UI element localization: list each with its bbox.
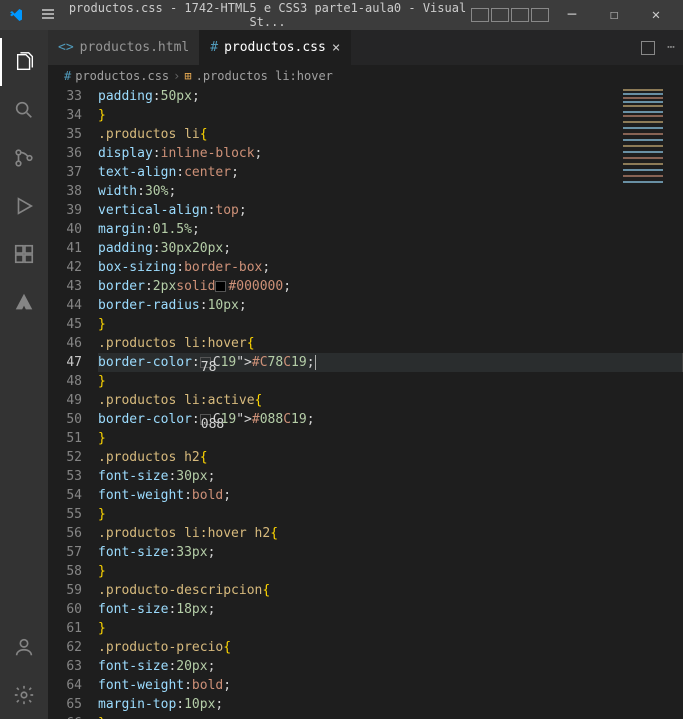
tab-productos-css[interactable]: # productos.css × xyxy=(200,30,351,65)
minimize-button[interactable]: ─ xyxy=(553,7,591,23)
vertical-scrollbar[interactable] xyxy=(669,87,683,719)
line-numbers: 3334353637383940414243444546474849505152… xyxy=(48,87,98,719)
tab-productos-html[interactable]: <> productos.html xyxy=(48,30,200,65)
breadcrumb[interactable]: # productos.css › ⊞ .productos li:hover xyxy=(48,65,683,87)
explorer-icon[interactable] xyxy=(0,38,48,86)
source-control-icon[interactable] xyxy=(0,134,48,182)
html-file-icon: <> xyxy=(58,40,74,55)
selector-icon: ⊞ xyxy=(184,69,191,83)
accounts-icon[interactable] xyxy=(0,623,48,671)
close-tab-icon[interactable]: × xyxy=(332,40,340,56)
activity-bar xyxy=(0,30,48,719)
more-actions-icon[interactable]: ⋯ xyxy=(667,40,675,55)
window-controls: ─ ☐ ✕ xyxy=(553,7,675,23)
breadcrumb-selector: .productos li:hover xyxy=(196,69,333,83)
tab-label: productos.html xyxy=(80,40,190,55)
layout-icons[interactable] xyxy=(471,8,549,22)
vscode-icon xyxy=(8,7,24,23)
minimap[interactable] xyxy=(619,87,669,719)
breadcrumb-separator: › xyxy=(173,69,180,83)
search-icon[interactable] xyxy=(0,86,48,134)
main-area: <> productos.html # productos.css × ⋯ # … xyxy=(0,30,683,719)
split-editor-icon[interactable] xyxy=(641,41,655,55)
run-debug-icon[interactable] xyxy=(0,182,48,230)
code-content[interactable]: padding: 50px; } .productos li{ display:… xyxy=(98,87,683,719)
code-editor[interactable]: 3334353637383940414243444546474849505152… xyxy=(48,87,683,719)
breadcrumb-file: productos.css xyxy=(75,69,169,83)
menu-icon[interactable] xyxy=(40,6,56,25)
tabs-bar: <> productos.html # productos.css × ⋯ xyxy=(48,30,683,65)
window-title: productos.css - 1742-HTML5 e CSS3 parte1… xyxy=(64,1,471,29)
title-bar: productos.css - 1742-HTML5 e CSS3 parte1… xyxy=(0,0,683,30)
close-button[interactable]: ✕ xyxy=(637,7,675,23)
azure-icon[interactable] xyxy=(0,278,48,326)
tab-actions: ⋯ xyxy=(633,30,683,65)
css-file-icon: # xyxy=(64,69,71,83)
tab-label: productos.css xyxy=(224,40,326,55)
editor-area: <> productos.html # productos.css × ⋯ # … xyxy=(48,30,683,719)
maximize-button[interactable]: ☐ xyxy=(595,7,633,23)
settings-icon[interactable] xyxy=(0,671,48,719)
extensions-icon[interactable] xyxy=(0,230,48,278)
css-file-icon: # xyxy=(210,40,218,55)
